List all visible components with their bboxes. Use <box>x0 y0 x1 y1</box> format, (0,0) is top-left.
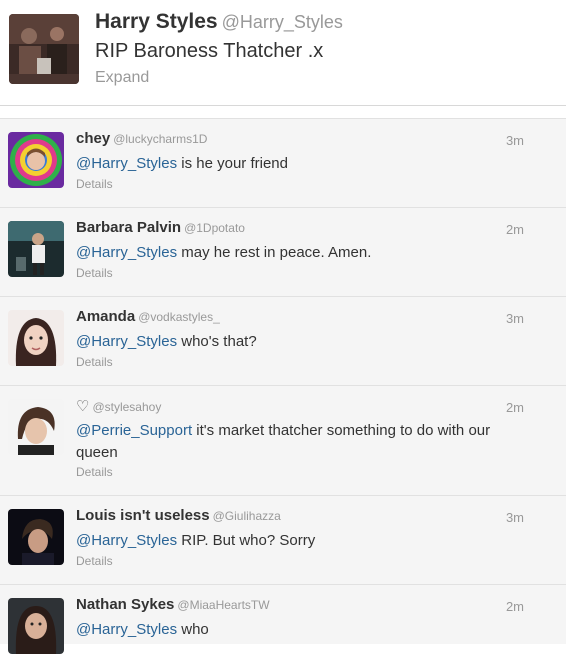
spacer <box>0 106 566 118</box>
timestamp[interactable]: 2m <box>506 400 524 415</box>
author-handle[interactable]: @1Dpotato <box>184 221 245 235</box>
avatar[interactable] <box>8 221 64 277</box>
avatar[interactable] <box>9 14 79 84</box>
author-name[interactable]: Nathan Sykes <box>76 596 174 613</box>
mention-link[interactable]: @Harry_Styles <box>76 333 177 350</box>
details-link[interactable]: Details <box>76 465 113 479</box>
author-handle[interactable]: @MiaaHeartsTW <box>177 598 269 612</box>
reply-body: who <box>177 621 209 638</box>
reply-body: who's that? <box>177 333 257 350</box>
reply-header: Barbara Palvin @1Dpotato <box>76 219 245 236</box>
author-handle[interactable]: @Harry_Styles <box>222 12 343 32</box>
author-name[interactable]: Louis isn't useless <box>76 507 210 524</box>
reply-body: may he rest in peace. Amen. <box>177 244 372 261</box>
mention-link[interactable]: @Harry_Styles <box>76 532 177 549</box>
mention-link[interactable]: @Harry_Styles <box>76 155 177 172</box>
reply-header: Nathan Sykes @MiaaHeartsTW <box>76 596 270 613</box>
author-handle[interactable]: @stylesahoy <box>92 400 161 414</box>
reply-text: @Harry_Styles who's that? <box>76 331 526 353</box>
reply-text: @Harry_Styles is he your friend <box>76 153 526 175</box>
reply-header: chey @luckycharms1D <box>76 130 207 147</box>
timestamp[interactable]: 3m <box>506 311 524 326</box>
author-name[interactable]: Barbara Palvin <box>76 219 181 236</box>
timestamp[interactable]: 3m <box>506 133 524 148</box>
reply-body: RIP. But who? Sorry <box>177 532 316 549</box>
reply-tweet[interactable]: Barbara Palvin @1Dpotato 2m @Harry_Styles… <box>0 207 566 296</box>
reply-tweet[interactable]: ♡ @stylesahoy 2m @Perrie_Support it's mar… <box>0 385 566 495</box>
details-link[interactable]: Details <box>76 554 113 568</box>
author-name[interactable]: ♡ <box>76 398 89 415</box>
reply-header: Louis isn't useless @Giulihazza <box>76 507 281 524</box>
timestamp[interactable]: 2m <box>506 222 524 237</box>
reply-header: Amanda @vodkastyles_ <box>76 308 220 325</box>
avatar[interactable] <box>8 509 64 565</box>
main-tweet: Harry Styles @Harry_Styles RIP Baroness T… <box>0 0 566 106</box>
avatar[interactable] <box>8 598 64 654</box>
main-tweet-header: Harry Styles @Harry_Styles <box>95 10 343 34</box>
timestamp[interactable]: 2m <box>506 599 524 614</box>
details-link[interactable]: Details <box>76 266 113 280</box>
tweet-text: RIP Baroness Thatcher .x <box>95 40 324 62</box>
avatar[interactable] <box>8 132 64 188</box>
reply-list: chey @luckycharms1D 3m @Harry_Styles is h… <box>0 118 566 654</box>
details-link[interactable]: Details <box>76 355 113 369</box>
avatar[interactable] <box>8 399 64 455</box>
reply-body: is he your friend <box>177 155 288 172</box>
reply-text: @Perrie_Support it's market thatcher som… <box>76 420 526 464</box>
reply-header: ♡ @stylesahoy <box>76 397 161 415</box>
expand-link[interactable]: Expand <box>95 69 149 87</box>
reply-tweet[interactable]: Nathan Sykes @MiaaHeartsTW 2m @Harry_Styl… <box>0 584 566 654</box>
author-name[interactable]: Amanda <box>76 308 135 325</box>
reply-tweet[interactable]: Louis isn't useless @Giulihazza 3m @Harry… <box>0 495 566 584</box>
details-link[interactable]: Details <box>76 177 113 191</box>
author-name[interactable]: chey <box>76 130 110 147</box>
mention-link[interactable]: @Harry_Styles <box>76 244 177 261</box>
avatar[interactable] <box>8 310 64 366</box>
author-name[interactable]: Harry Styles <box>95 10 218 33</box>
reply-text: @Harry_Styles may he rest in peace. Amen… <box>76 242 526 264</box>
timestamp[interactable]: 3m <box>506 510 524 525</box>
mention-link[interactable]: @Harry_Styles <box>76 621 177 638</box>
reply-tweet[interactable]: Amanda @vodkastyles_ 3m @Harry_Styles who… <box>0 296 566 385</box>
author-handle[interactable]: @luckycharms1D <box>113 132 207 146</box>
reply-tweet[interactable]: chey @luckycharms1D 3m @Harry_Styles is h… <box>0 118 566 207</box>
author-handle[interactable]: @vodkastyles_ <box>138 310 220 324</box>
reply-text: @Harry_Styles RIP. But who? Sorry <box>76 530 526 552</box>
author-handle[interactable]: @Giulihazza <box>213 509 281 523</box>
reply-text: @Harry_Styles who <box>76 619 526 641</box>
mention-link[interactable]: @Perrie_Support <box>76 422 192 439</box>
